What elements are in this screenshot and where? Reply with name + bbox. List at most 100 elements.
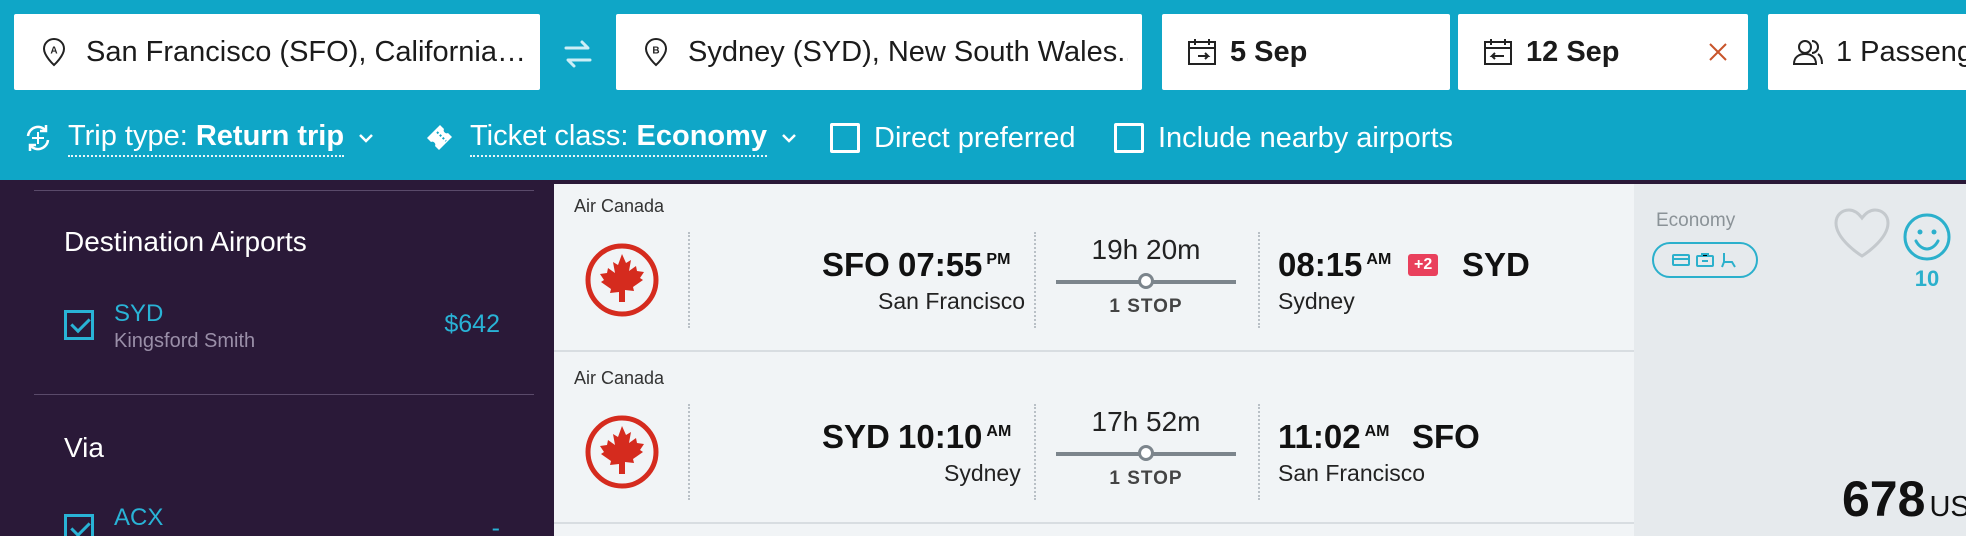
arrival-city: San Francisco [1278,460,1426,486]
ticket-class-prefix: Ticket class: [470,119,637,152]
entertainment-icon [1696,252,1714,268]
departure-city: Sydney [944,460,1021,486]
trip-type-dropdown[interactable]: Trip type: Return trip [22,116,374,160]
divider [1258,404,1260,500]
stops-count: 1 STOP [1109,468,1183,489]
via-airport-checkbox[interactable] [64,514,94,536]
origin-value: San Francisco (SFO), California, ... [86,36,526,68]
depart-date-value: 5 Sep [1230,36,1308,68]
airport-price: - [491,514,500,536]
airport-price: $642 [444,310,500,338]
search-bar: A San Francisco (SFO), California, ... B… [0,0,1966,180]
chevron-down-icon [782,134,796,143]
arrival-code: SFO [1412,418,1480,455]
direct-preferred-label: Direct preferred [874,121,1076,154]
flight-duration: 17h 52m [1091,406,1201,437]
arrival-city: Sydney [1278,288,1355,314]
airport-name: Kingsford Smith [114,330,256,352]
arrival-time: 11:02 AM [1278,418,1389,456]
chevron-down-icon [359,134,373,143]
ticket-class-dropdown[interactable]: Ticket class: Economy [424,116,797,160]
departure-city: San Francisco [878,288,1026,314]
trip-type-value: Return trip [195,119,345,152]
departure-time-value: 10:10 [898,418,983,455]
price-amount: 678 [1842,471,1926,527]
passengers-field[interactable]: 1 Passeng [1768,14,1966,90]
nearby-airports-label: Include nearby airports [1158,121,1453,154]
destination-airports-heading: Destination Airports [64,226,307,257]
arrival-time: 08:15 AM [1278,246,1391,284]
heart-icon[interactable] [1832,206,1892,260]
flight-result-card[interactable]: Air Canada SFO 07:55 PM San Francisco 19h… [554,184,1966,536]
divider [1034,404,1036,500]
price-panel: Economy 10 678USD [1634,184,1966,536]
airport-code: ACX [114,504,164,531]
departure-time: 07:55 PM [898,246,1010,284]
trip-type-icon [26,125,50,151]
svg-text:A: A [50,46,57,57]
calendar-return-icon [1484,39,1512,65]
ticket-class-value: Economy [636,119,768,152]
stop-marker [1138,273,1154,289]
nearby-airports-option[interactable]: Include nearby airports [1114,116,1453,160]
rating-score: 10 [1914,266,1940,291]
passenger-icon [1792,40,1823,65]
divider [688,232,690,328]
destination-pin-icon: B [644,37,668,67]
passengers-value: 1 Passeng [1836,36,1966,68]
destination-field[interactable]: B Sydney (SYD), New South Wales... [616,14,1142,90]
cabin-class: Economy [1656,210,1736,231]
departure-code: SFO [822,246,890,283]
flight-duration: 19h 20m [1091,234,1201,265]
arrival-code: SYD [1462,246,1530,283]
arrival-ampm: AM [1366,251,1392,268]
stop-marker [1138,445,1154,461]
swap-icon[interactable] [560,36,596,72]
arrival-ampm: AM [1364,423,1390,440]
airport-code: SYD [114,300,164,327]
ticket-icon [427,125,452,150]
departure-code: SYD [822,418,890,455]
departure-ampm: AM [986,423,1012,440]
origin-pin-icon: A [42,37,66,67]
svg-text:B: B [652,46,659,57]
meal-icon [1672,252,1690,268]
divider [34,190,534,191]
nearby-airports-checkbox[interactable] [1114,123,1144,153]
calendar-depart-icon [1188,39,1216,65]
route-line [1056,445,1236,461]
depart-date-field[interactable]: 5 Sep [1162,14,1450,90]
air-canada-logo [585,243,659,317]
clear-icon[interactable] [1708,42,1728,62]
price-currency: USD [1929,491,1966,523]
divider [34,394,534,395]
smiley-icon [1903,213,1951,261]
seat-icon [1720,252,1738,268]
destination-value: Sydney (SYD), New South Wales... [688,36,1128,68]
outbound-leg: Air Canada SFO 07:55 PM San Francisco 19h… [554,184,1634,352]
day-offset-badge: +2 [1408,254,1439,276]
divider [1034,232,1036,328]
airline-name: Air Canada [574,368,665,388]
via-heading: Via [64,432,104,463]
stops-count: 1 STOP [1109,296,1183,317]
route-line [1056,273,1236,289]
departure-time-value: 07:55 [898,246,983,283]
departure-time: 10:10 AM [898,418,1011,456]
return-leg: Air Canada SYD 10:10 AM Sydney 17h 52m 1 … [554,356,1634,524]
arrival-time-value: 11:02 [1278,418,1361,455]
divider [688,404,690,500]
flight-legs: Air Canada SFO 07:55 PM San Francisco 19h… [554,184,1634,536]
air-canada-logo [585,415,659,489]
departure-ampm: PM [986,251,1011,268]
amenities-badge [1652,242,1758,278]
direct-preferred-checkbox[interactable] [830,123,860,153]
return-date-field[interactable]: 12 Sep [1458,14,1748,90]
destination-airport-checkbox[interactable] [64,310,94,340]
origin-field[interactable]: A San Francisco (SFO), California, ... [14,14,540,90]
total-price: 678USD [1842,470,1966,528]
arrival-time-value: 08:15 [1278,246,1363,283]
divider [1258,232,1260,328]
direct-preferred-option[interactable]: Direct preferred [830,116,1075,160]
airline-name: Air Canada [574,196,665,216]
